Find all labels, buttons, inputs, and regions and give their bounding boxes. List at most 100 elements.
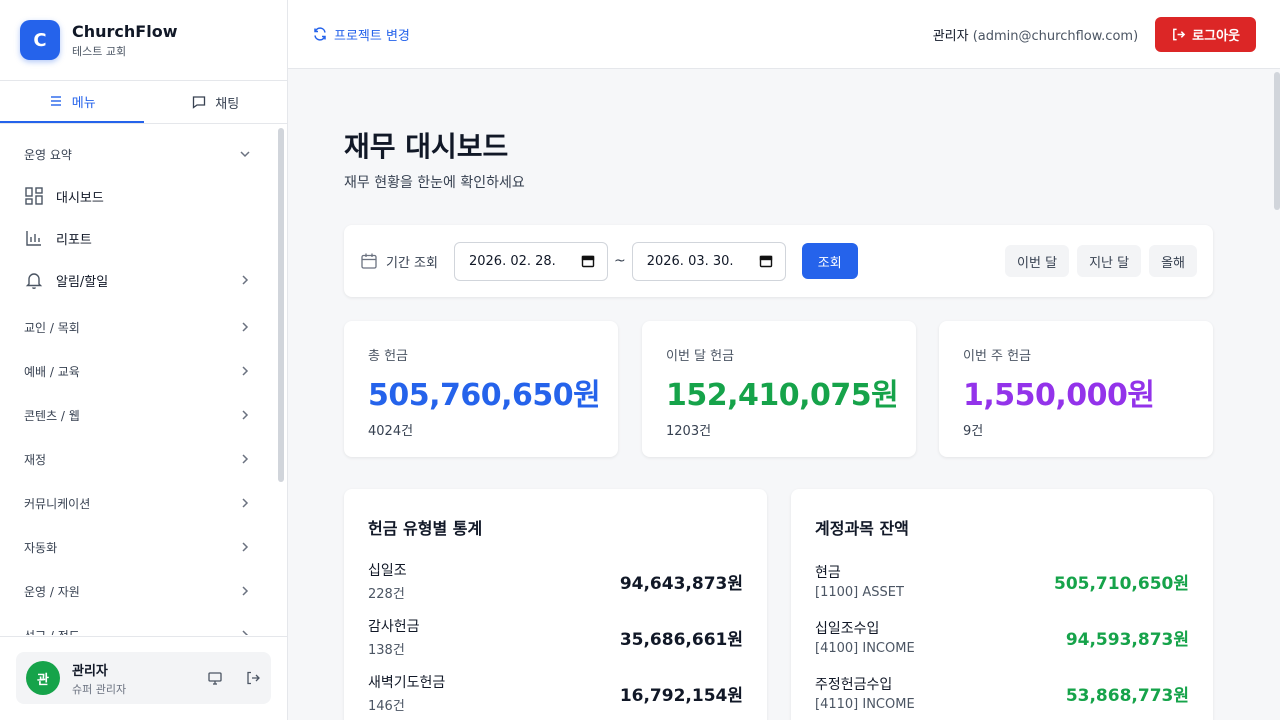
row-code: [4100] INCOME (815, 641, 915, 656)
tab-chat-label: 채팅 (215, 96, 240, 112)
stat-count: 9건 (963, 424, 984, 439)
date-separator: ~ (613, 253, 626, 269)
row-name: 십일조 (368, 563, 407, 579)
brand-logo: C (20, 20, 60, 60)
nav-item-dashboard[interactable]: 대시보드 (0, 175, 276, 217)
chevron-right-icon (242, 586, 249, 596)
search-button[interactable]: 조회 (801, 243, 858, 279)
logout-button[interactable]: 로그아웃 (1155, 16, 1256, 52)
list-icon (50, 96, 61, 106)
brand-name: ChurchFlow (72, 21, 178, 41)
quick-range-buttons: 이번 달 지난 달 올해 (1005, 245, 1197, 277)
row-name: 감사헌금 (368, 619, 420, 635)
chevron-right-icon (242, 410, 249, 420)
user-name: 관리자 (72, 663, 108, 679)
sign-out-icon[interactable] (245, 670, 261, 686)
row-count: 146건 (368, 699, 405, 714)
page-title: 재무 대시보드 (344, 130, 509, 163)
chevron-right-icon (242, 630, 249, 635)
panel-title: 헌금 유형별 통계 (368, 519, 483, 538)
admin-email: (admin@churchflow.com) (972, 28, 1139, 44)
row-count: 138건 (368, 643, 405, 658)
bar-chart-icon (26, 231, 41, 246)
list-item: 현금 [1100] ASSET 505,710,650원 (815, 553, 1189, 609)
nav-section-label: 교인 / 목회 (24, 320, 80, 335)
chat-icon (193, 96, 206, 109)
tab-menu[interactable]: 메뉴 (0, 81, 144, 123)
tab-chat[interactable]: 채팅 (144, 81, 288, 123)
this-year-button[interactable]: 올해 (1149, 245, 1197, 277)
list-item: 새벽기도헌금 146건 16,792,154원 (368, 665, 743, 720)
nav-section-resources[interactable]: 운영 / 자원 (0, 569, 276, 613)
user-card: 관 관리자 슈퍼 관리자 (16, 652, 271, 704)
stat-value: 505,760,650원 (368, 378, 601, 413)
row-name: 주정헌금수입 (815, 677, 893, 693)
nav-section-label: 선교 / 전도 (24, 627, 80, 636)
nav-section-summary[interactable]: 운영 요약 (0, 132, 276, 176)
admin-info: 관리자 (admin@churchflow.com) (933, 25, 1138, 44)
nav-item-label: 리포트 (56, 232, 92, 248)
chevron-right-icon (242, 275, 249, 285)
stat-count: 1203건 (666, 424, 712, 439)
list-item: 감사헌금 138건 35,686,661원 (368, 609, 743, 665)
this-month-button[interactable]: 이번 달 (1005, 245, 1070, 277)
divider (0, 636, 287, 637)
nav-section-label: 콘텐츠 / 웹 (24, 408, 80, 423)
admin-name: 관리자 (932, 28, 969, 44)
nav-item-label: 알림/할일 (56, 274, 109, 290)
row-count: 228건 (368, 587, 405, 602)
monitor-icon[interactable] (207, 670, 223, 686)
nav-section-label: 운영 요약 (24, 147, 72, 162)
row-name: 새벽기도헌금 (368, 675, 446, 691)
stat-card-total: 총 헌금 505,760,650원 4024건 (344, 321, 618, 457)
nav-item-alerts[interactable]: 알림/할일 (0, 259, 276, 301)
nav-section-finance[interactable]: 재정 (0, 437, 276, 481)
nav-section-communication[interactable]: 커뮤니케이션 (0, 481, 276, 525)
last-month-button[interactable]: 지난 달 (1077, 245, 1142, 277)
nav-section-automation[interactable]: 자동화 (0, 525, 276, 569)
stat-card-week: 이번 주 헌금 1,550,000원 9건 (939, 321, 1213, 457)
row-amount: 53,868,773원 (1065, 685, 1189, 706)
start-date-value: 2026. 02. 28. (468, 253, 556, 269)
end-date-value: 2026. 03. 30. (646, 253, 734, 269)
sidebar: C ChurchFlow 테스트 교회 메뉴 채팅 운영 요약 대시보드 리포트 (0, 0, 288, 720)
nav-section-mission[interactable]: 선교 / 전도 (0, 613, 276, 635)
user-role: 슈퍼 관리자 (72, 682, 127, 696)
stat-label: 이번 달 헌금 (666, 349, 735, 364)
row-amount: 35,686,661원 (619, 629, 743, 650)
sign-out-icon (1173, 28, 1186, 40)
row-code: [1100] ASSET (815, 585, 904, 600)
sidebar-nav: 운영 요약 대시보드 리포트 알림/할일 교인 / 목회 예배 / 교육 콘텐츠… (0, 124, 287, 635)
filter-label-text: 기간 조회 (386, 255, 438, 271)
nav-section-worship[interactable]: 예배 / 교육 (0, 349, 276, 393)
main-scrollbar[interactable] (1274, 72, 1280, 210)
row-amount: 94,643,873원 (619, 573, 743, 594)
chevron-down-icon (240, 151, 250, 158)
list-item: 주정헌금수입 [4110] INCOME 53,868,773원 (815, 665, 1189, 720)
page-subtitle: 재무 현황을 한눈에 확인하세요 (344, 175, 525, 191)
avatar: 관 (26, 661, 60, 695)
row-amount: 505,710,650원 (1053, 573, 1189, 594)
topbar: 프로젝트 변경 관리자 (admin@churchflow.com) 로그아웃 (288, 0, 1280, 69)
nav-section-members[interactable]: 교인 / 목회 (0, 305, 276, 349)
tab-menu-label: 메뉴 (71, 95, 96, 111)
stat-label: 총 헌금 (368, 349, 409, 364)
stat-card-month: 이번 달 헌금 152,410,075원 1203건 (642, 321, 916, 457)
chevron-right-icon (242, 542, 249, 552)
logout-label: 로그아웃 (1192, 28, 1240, 44)
nav-section-label: 자동화 (24, 540, 58, 555)
bell-icon (25, 273, 43, 289)
calendar-icon (759, 255, 772, 268)
nav-section-label: 예배 / 교육 (24, 364, 80, 379)
start-date-input[interactable]: 2026. 02. 28. (453, 241, 608, 281)
stat-count: 4024건 (368, 424, 414, 439)
project-switch-button[interactable]: 프로젝트 변경 (312, 25, 410, 44)
end-date-input[interactable]: 2026. 03. 30. (631, 241, 786, 281)
sidebar-scrollbar[interactable] (278, 128, 284, 482)
brand: C ChurchFlow 테스트 교회 (0, 0, 287, 81)
chevron-right-icon (242, 366, 249, 376)
church-name: 테스트 교회 (72, 44, 127, 58)
date-filter: 기간 조회 2026. 02. 28. ~ 2026. 03. 30. 조회 이… (344, 225, 1213, 297)
nav-section-content[interactable]: 콘텐츠 / 웹 (0, 393, 276, 437)
nav-item-report[interactable]: 리포트 (0, 217, 276, 259)
